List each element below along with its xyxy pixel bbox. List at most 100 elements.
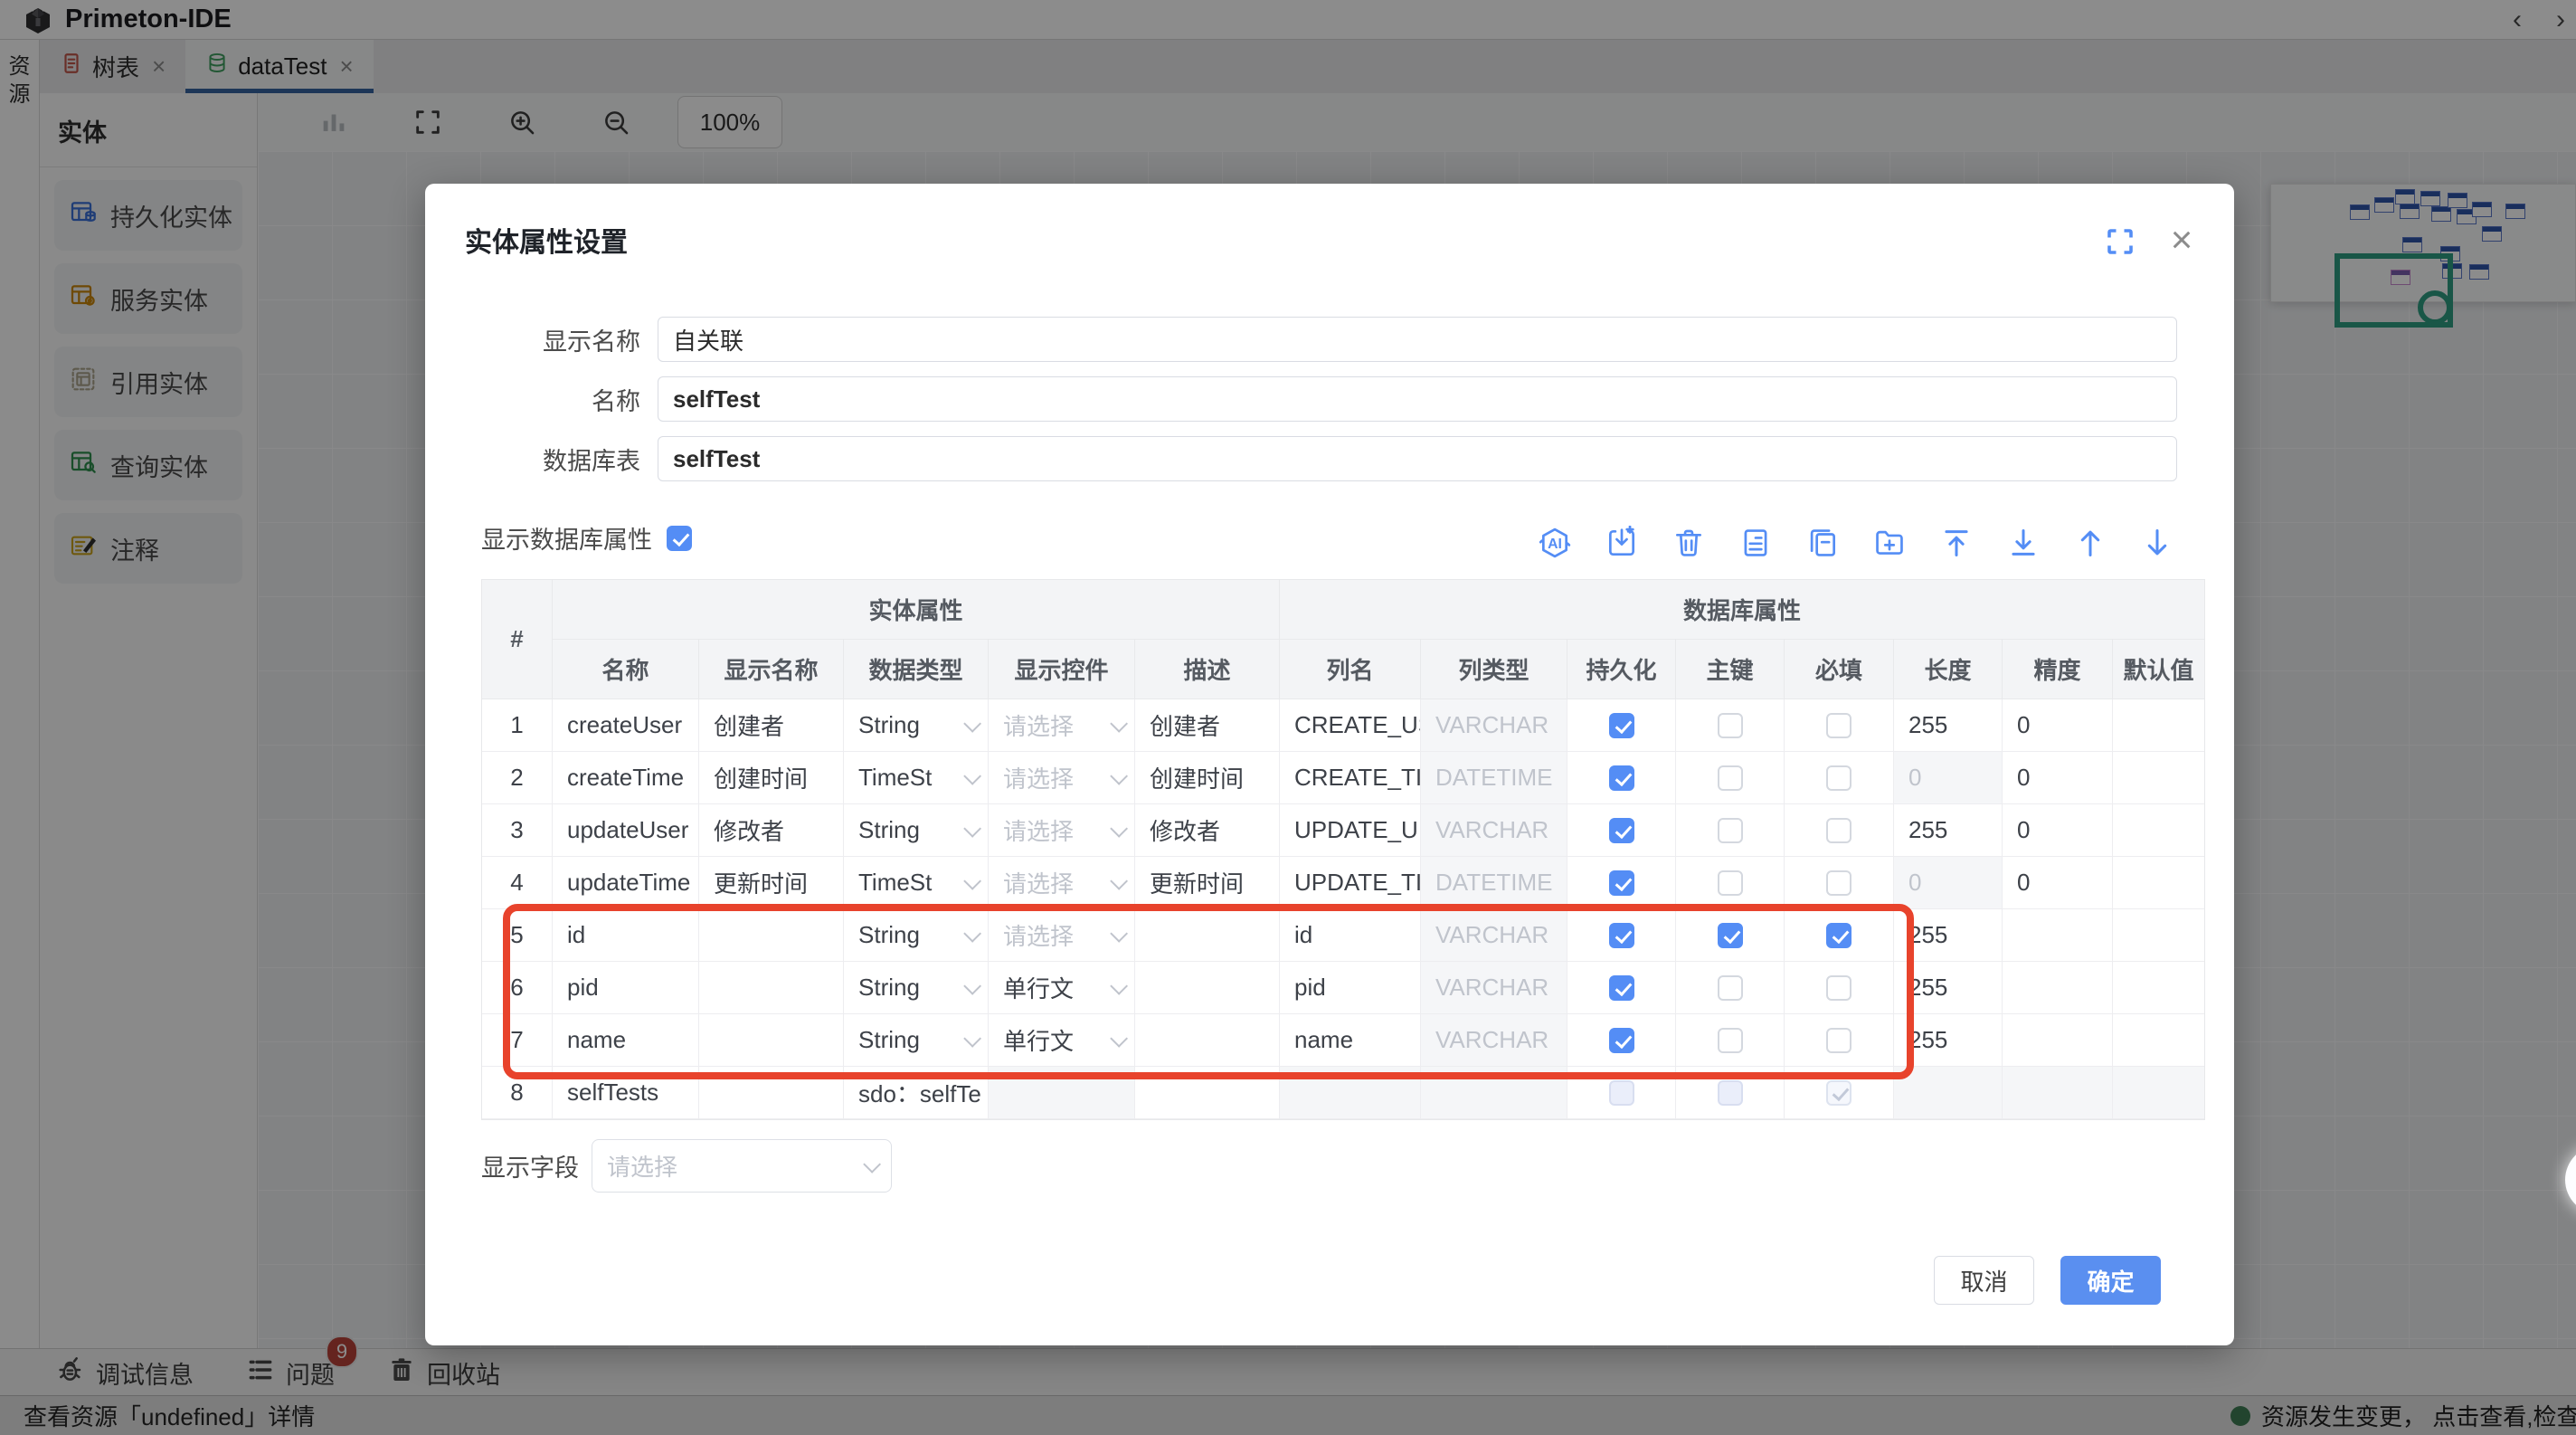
cell-column-name[interactable]: UPDATE_U — [1280, 804, 1421, 857]
required-checkbox[interactable] — [1826, 975, 1852, 1001]
delete-icon[interactable] — [1672, 526, 1706, 560]
cell-name[interactable]: createUser — [553, 699, 699, 752]
cell-description[interactable] — [1135, 909, 1280, 962]
cell-length[interactable]: 255 — [1894, 962, 2003, 1014]
cell-description[interactable] — [1135, 962, 1280, 1014]
cell-data-type-select[interactable]: String — [844, 699, 989, 752]
required-checkbox[interactable] — [1826, 713, 1852, 738]
copy-icon[interactable] — [1805, 526, 1840, 560]
move-bottom-icon[interactable] — [2006, 526, 2041, 560]
cell-control-select[interactable]: 请选择 — [989, 752, 1135, 804]
cell-data-type-select[interactable]: String — [844, 804, 989, 857]
move-down-icon[interactable] — [2140, 526, 2174, 560]
required-checkbox[interactable] — [1826, 765, 1852, 791]
import-icon[interactable] — [1605, 526, 1639, 560]
persist-checkbox[interactable] — [1609, 1080, 1634, 1106]
cell-column-name[interactable]: UPDATE_TI — [1280, 857, 1421, 909]
cell-default[interactable] — [2113, 804, 2204, 857]
cell-control-select[interactable]: 单行文 — [989, 1014, 1135, 1067]
cell-description[interactable]: 创建时间 — [1135, 752, 1280, 804]
cell-display-name[interactable]: 更新时间 — [699, 857, 844, 909]
cell-display-name[interactable] — [699, 909, 844, 962]
cell-default[interactable] — [2113, 752, 2204, 804]
cell-display-name[interactable] — [699, 1067, 844, 1119]
cell-display-name[interactable]: 创建者 — [699, 699, 844, 752]
primary-key-checkbox[interactable] — [1718, 1028, 1743, 1053]
cell-precision[interactable]: 0 — [2003, 804, 2113, 857]
cell-data-type-select[interactable]: String — [844, 1014, 989, 1067]
cancel-button[interactable]: 取消 — [1934, 1256, 2034, 1305]
primary-key-checkbox[interactable] — [1718, 923, 1743, 948]
ai-icon[interactable]: AI — [1538, 526, 1572, 560]
cell-data-type-select[interactable]: TimeSt — [844, 752, 989, 804]
cell-precision[interactable] — [2003, 1014, 2113, 1067]
persist-checkbox[interactable] — [1609, 975, 1634, 1001]
cell-control-select[interactable]: 请选择 — [989, 909, 1135, 962]
cell-name[interactable]: createTime — [553, 752, 699, 804]
cell-default[interactable] — [2113, 962, 2204, 1014]
persist-checkbox[interactable] — [1609, 870, 1634, 896]
cell-data-type-select[interactable]: TimeSt — [844, 857, 989, 909]
cell-length[interactable]: 255 — [1894, 699, 2003, 752]
cell-data-type-select[interactable]: sdo：selfTe — [844, 1067, 989, 1119]
cell-display-name[interactable] — [699, 962, 844, 1014]
cell-data-type-select[interactable]: String — [844, 909, 989, 962]
close-icon[interactable]: × — [2164, 223, 2200, 260]
persist-checkbox[interactable] — [1609, 713, 1634, 738]
cell-default[interactable] — [2113, 699, 2204, 752]
cell-description[interactable] — [1135, 1067, 1280, 1119]
required-checkbox[interactable] — [1826, 818, 1852, 843]
cell-precision[interactable] — [2003, 909, 2113, 962]
primary-key-checkbox[interactable] — [1718, 713, 1743, 738]
cell-control-select[interactable]: 请选择 — [989, 804, 1135, 857]
cell-column-name[interactable]: name — [1280, 1014, 1421, 1067]
add-folder-icon[interactable] — [1872, 526, 1907, 560]
cell-name[interactable]: updateTime — [553, 857, 699, 909]
primary-key-checkbox[interactable] — [1718, 975, 1743, 1001]
cell-column-name[interactable]: pid — [1280, 962, 1421, 1014]
move-up-icon[interactable] — [2073, 526, 2107, 560]
cell-name[interactable]: name — [553, 1014, 699, 1067]
cell-precision[interactable] — [2003, 962, 2113, 1014]
persist-checkbox[interactable] — [1609, 765, 1634, 791]
cell-length[interactable]: 255 — [1894, 804, 2003, 857]
required-checkbox[interactable] — [1826, 1028, 1852, 1053]
field-input-数据库表[interactable]: selfTest — [658, 436, 2177, 481]
cell-name[interactable]: id — [553, 909, 699, 962]
required-checkbox[interactable] — [1826, 870, 1852, 896]
cell-description[interactable]: 创建者 — [1135, 699, 1280, 752]
cell-name[interactable]: updateUser — [553, 804, 699, 857]
cell-default[interactable] — [2113, 857, 2204, 909]
cell-length[interactable]: 255 — [1894, 909, 2003, 962]
cell-default[interactable] — [2113, 909, 2204, 962]
fullscreen-icon[interactable] — [2104, 225, 2136, 258]
required-checkbox[interactable] — [1826, 923, 1852, 948]
persist-checkbox[interactable] — [1609, 818, 1634, 843]
cell-precision[interactable]: 0 — [2003, 699, 2113, 752]
cell-column-name[interactable]: id — [1280, 909, 1421, 962]
cell-display-name[interactable] — [699, 1014, 844, 1067]
display-field-select[interactable]: 请选择 — [592, 1139, 892, 1193]
cell-description[interactable] — [1135, 1014, 1280, 1067]
cell-display-name[interactable]: 创建时间 — [699, 752, 844, 804]
ok-button[interactable]: 确定 — [2060, 1256, 2161, 1305]
primary-key-checkbox[interactable] — [1718, 818, 1743, 843]
cell-precision[interactable]: 0 — [2003, 857, 2113, 909]
persist-checkbox[interactable] — [1609, 1028, 1634, 1053]
cell-name[interactable]: pid — [553, 962, 699, 1014]
primary-key-checkbox[interactable] — [1718, 870, 1743, 896]
cell-column-name[interactable]: CREATE_TI — [1280, 752, 1421, 804]
required-checkbox[interactable] — [1826, 1080, 1852, 1106]
move-top-icon[interactable] — [1939, 526, 1974, 560]
cell-precision[interactable]: 0 — [2003, 752, 2113, 804]
primary-key-checkbox[interactable] — [1718, 1080, 1743, 1106]
persist-checkbox[interactable] — [1609, 923, 1634, 948]
primary-key-checkbox[interactable] — [1718, 765, 1743, 791]
cell-column-name[interactable]: CREATE_US — [1280, 699, 1421, 752]
cell-length[interactable]: 255 — [1894, 1014, 2003, 1067]
cell-control-select[interactable]: 请选择 — [989, 699, 1135, 752]
cell-control-select[interactable]: 单行文 — [989, 962, 1135, 1014]
cell-data-type-select[interactable]: String — [844, 962, 989, 1014]
field-input-显示名称[interactable]: 自关联 — [658, 317, 2177, 362]
cell-default[interactable] — [2113, 1014, 2204, 1067]
